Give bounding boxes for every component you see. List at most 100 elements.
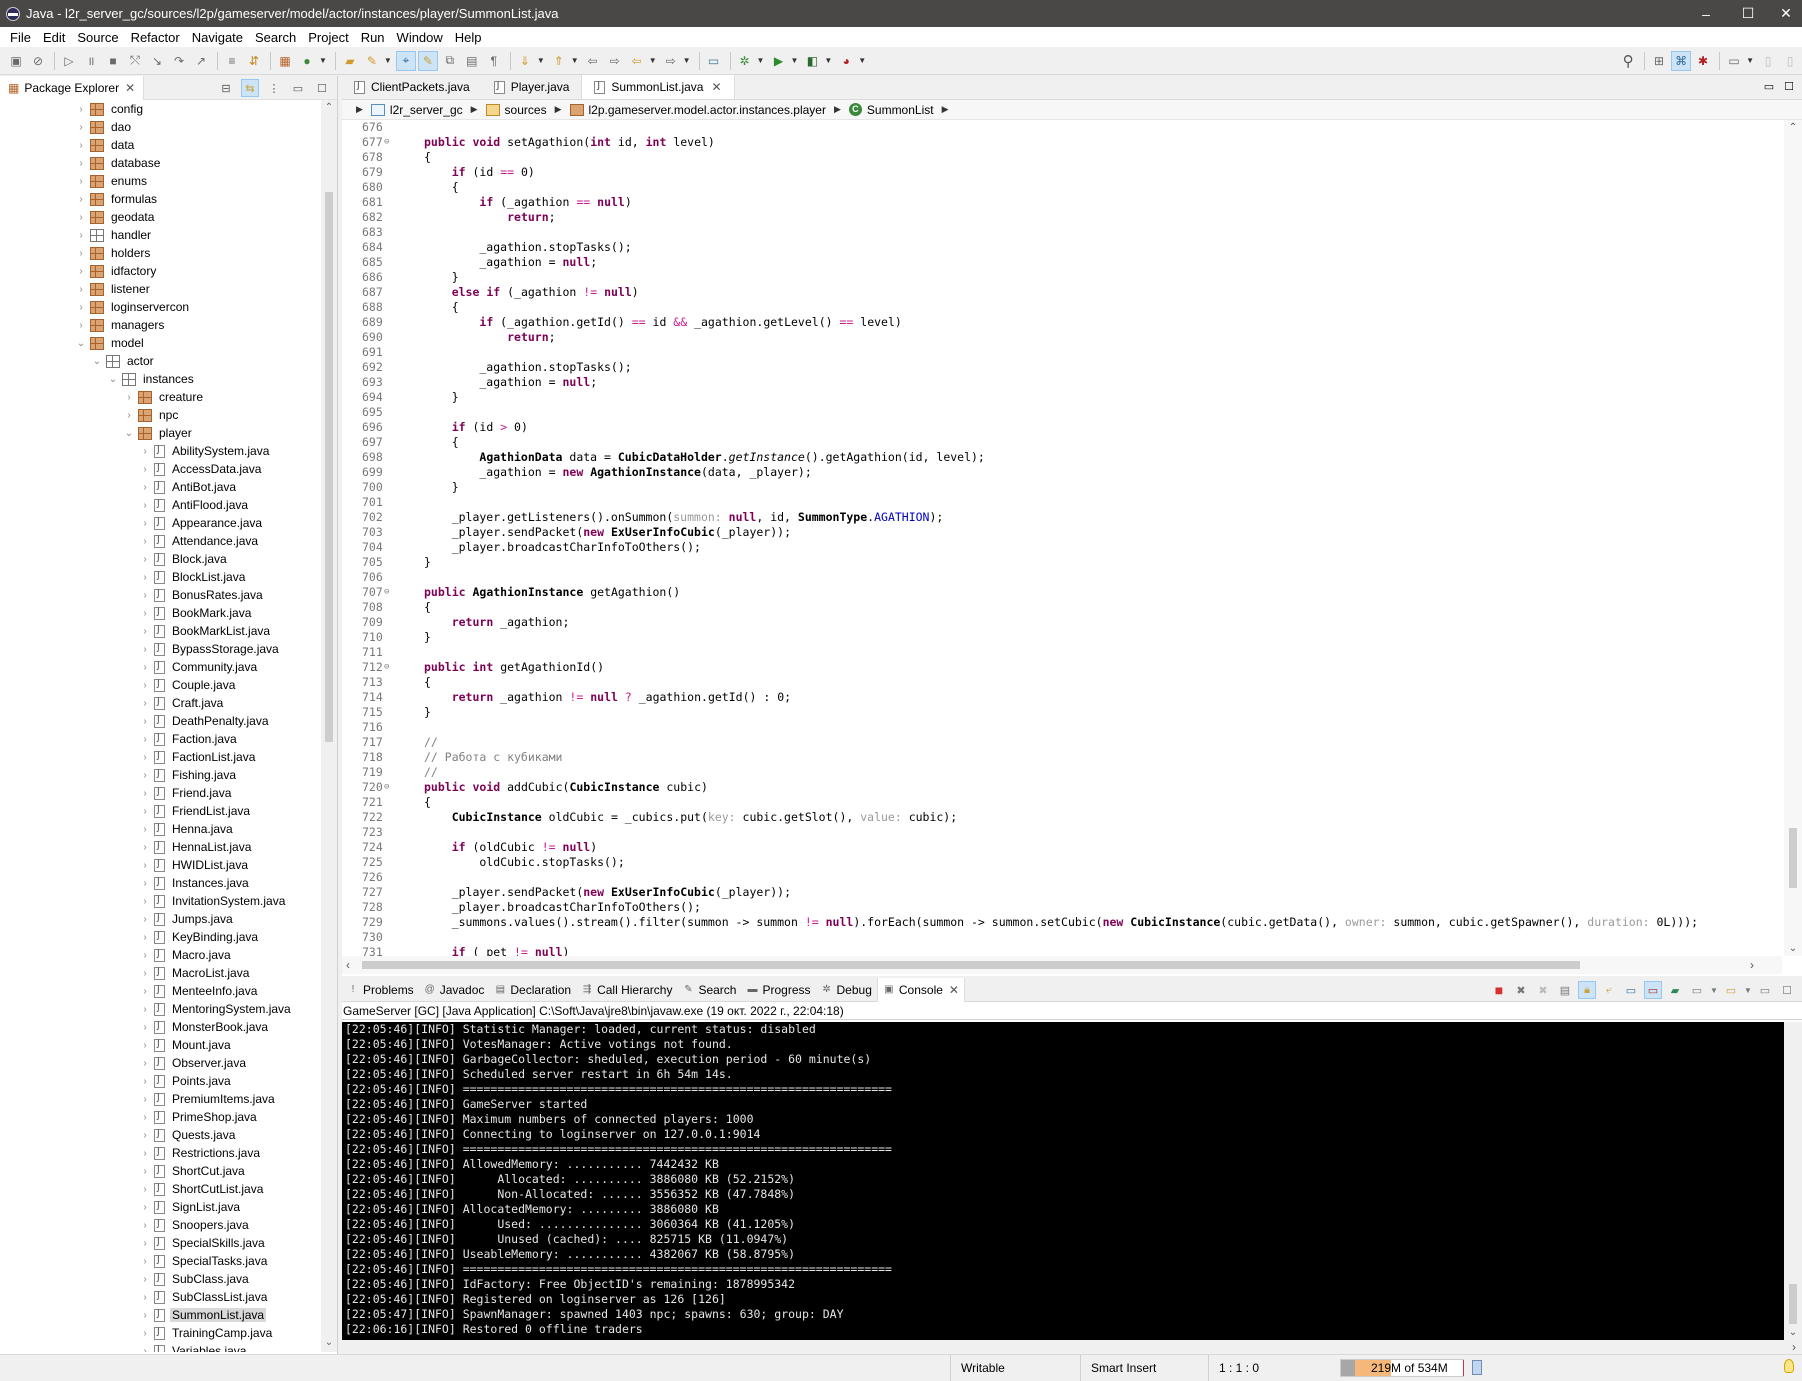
tip-bulb-icon[interactable] [1784,1359,1794,1373]
tab-call-hierarchy[interactable]: ⇶ Call Hierarchy [576,978,677,1002]
menu-project[interactable]: Project [302,30,354,45]
code-line[interactable]: 685 _agathion = null; [342,255,1782,270]
tree-item-package[interactable]: ⌄ player [0,424,322,442]
tree-item-file[interactable]: › AbilitySystem.java [0,442,322,460]
chevron-right-icon[interactable]: › [138,1184,152,1195]
close-icon[interactable]: ✕ [711,80,721,94]
tab-console[interactable]: ▣ Console ✕ [876,977,965,1002]
chevron-right-icon[interactable]: › [138,446,152,457]
chevron-right-icon[interactable]: › [74,302,88,313]
close-window-button[interactable]: ✕ [1765,0,1802,27]
maximize-icon[interactable]: ☐ [313,79,331,97]
code-line[interactable]: 727 _player.sendPacket(new ExUserInfoCub… [342,885,1782,900]
tab-declaration[interactable]: ▤ Declaration [489,978,576,1002]
tree-item-file[interactable]: › HennaList.java [0,838,322,856]
code-line[interactable]: 696 if (id > 0) [342,420,1782,435]
code-line[interactable]: 709 return _agathion; [342,615,1782,630]
breadcrumb-arrow-icon[interactable]: ▶ [555,104,562,115]
tree-item-file[interactable]: › AntiBot.java [0,478,322,496]
code-line[interactable]: 730 [342,930,1782,945]
tab-debug[interactable]: ✲ Debug [816,978,877,1002]
chevron-right-icon[interactable]: › [138,1238,152,1249]
next-edit-location-icon[interactable]: ⇨ [605,51,625,71]
remove-all-terminated-icon[interactable]: ✖ [1534,981,1552,999]
chevron-right-icon[interactable]: › [138,608,152,619]
chevron-right-icon[interactable]: › [138,1094,152,1105]
chevron-right-icon[interactable]: › [74,248,88,259]
chevron-right-icon[interactable]: › [74,104,88,115]
code-line[interactable]: 716 [342,720,1782,735]
chevron-right-icon[interactable]: › [138,662,152,673]
tree-item-file[interactable]: › ShortCutList.java [0,1180,322,1198]
chevron-right-icon[interactable]: › [138,824,152,835]
breadcrumb-item[interactable]: l2p.gameserver.model.actor.instances.pla… [569,103,826,117]
tree-item-file[interactable]: › MentoringSystem.java [0,1000,322,1018]
tree-item-file[interactable]: › SpecialSkills.java [0,1234,322,1252]
chevron-right-icon[interactable]: › [138,698,152,709]
code-line[interactable]: 715} [342,705,1782,720]
chevron-right-icon[interactable]: › [138,554,152,565]
fold-toggle-icon[interactable]: ⊖ [384,135,389,150]
chevron-right-icon[interactable]: › [138,1328,152,1339]
menu-window[interactable]: Window [391,30,449,45]
chevron-down-icon[interactable]: ▼ [683,56,691,65]
chevron-right-icon[interactable]: › [138,950,152,961]
search-icon[interactable]: ⚲ [1618,51,1638,71]
tree-item-file[interactable]: › DeathPenalty.java [0,712,322,730]
code-line[interactable]: 725 oldCubic.stopTasks(); [342,855,1782,870]
code-line[interactable]: 699 _agathion = new AgathionInstance(dat… [342,465,1782,480]
tree-item-file[interactable]: › KeyBinding.java [0,928,322,946]
tree-item-package[interactable]: › handler [0,226,322,244]
new-java-class-icon[interactable]: ● [297,51,317,71]
code-line[interactable]: 677 ⊖ public void setAgathion(int id, int … [342,135,1782,150]
minimize-icon[interactable]: ▭ [1756,981,1774,999]
toggle-block-selection-icon[interactable]: ⧉ [440,51,460,71]
code-line[interactable]: 726 [342,870,1782,885]
code-line[interactable]: 728 _player.broadcastCharInfoToOthers(); [342,900,1782,915]
coverage-icon[interactable]: ◧ [802,51,822,71]
console-vertical-scrollbar[interactable]: ⌄ [1784,1022,1802,1340]
chevron-right-icon[interactable]: › [138,1220,152,1231]
menu-edit[interactable]: Edit [37,30,71,45]
code-line[interactable]: 721 { [342,795,1782,810]
tree-item-file[interactable]: › Quests.java [0,1126,322,1144]
code-line[interactable]: 700 } [342,480,1782,495]
chevron-right-icon[interactable]: › [138,1166,152,1177]
tree-item-file[interactable]: › Jumps.java [0,910,322,928]
scroll-right-icon[interactable]: › [1750,956,1754,974]
chevron-right-icon[interactable]: › [74,158,88,169]
scrollbar-thumb[interactable] [362,961,1580,969]
code-line[interactable]: 702 _player.getListeners().onSummon(summ… [342,510,1782,525]
code-line[interactable]: 701 [342,495,1782,510]
chevron-down-icon[interactable]: ⌄ [74,338,88,349]
heap-status[interactable]: 219M of 534M [1340,1359,1464,1377]
code-line[interactable]: 729 _summons.values().stream().filter(su… [342,915,1782,930]
code-line[interactable]: 717 // [342,735,1782,750]
step-over-icon[interactable]: ↷ [169,51,189,71]
back-icon[interactable]: ⇦ [627,51,647,71]
scrollbar-thumb[interactable] [1789,828,1797,888]
console-output[interactable]: [22:05:46][INFO] Statistic Manager: load… [342,1022,1784,1340]
tree-item-file[interactable]: › SubClass.java [0,1270,322,1288]
package-explorer-tab[interactable]: ▦ Package Explorer ✕ [0,75,145,100]
tree-item-file[interactable]: › Points.java [0,1072,322,1090]
editor-tab[interactable]: Player.java [482,75,582,99]
tree-item-file[interactable]: › Mount.java [0,1036,322,1054]
code-line[interactable]: 684 _agathion.stopTasks(); [342,240,1782,255]
tree-item-file[interactable]: › Restrictions.java [0,1144,322,1162]
view-menu-icon[interactable]: ⋮ [265,79,283,97]
scroll-up-icon[interactable]: ⌃ [321,102,337,113]
tree-item-file[interactable]: › FactionList.java [0,748,322,766]
close-icon[interactable]: ✕ [949,983,959,997]
code-line[interactable]: 676 [342,120,1782,135]
chevron-right-icon[interactable]: › [138,788,152,799]
open-task-icon[interactable]: ✎ [362,51,382,71]
chevron-right-icon[interactable]: › [138,752,152,763]
chevron-right-icon[interactable]: › [74,284,88,295]
code-line[interactable]: 692 _agathion.stopTasks(); [342,360,1782,375]
tree-item-file[interactable]: › Instances.java [0,874,322,892]
chevron-down-icon[interactable]: ⌄ [106,374,120,385]
chevron-right-icon[interactable]: › [138,878,152,889]
remove-launch-icon[interactable]: ✖ [1512,981,1530,999]
debug-icon[interactable]: ✲ [735,51,755,71]
